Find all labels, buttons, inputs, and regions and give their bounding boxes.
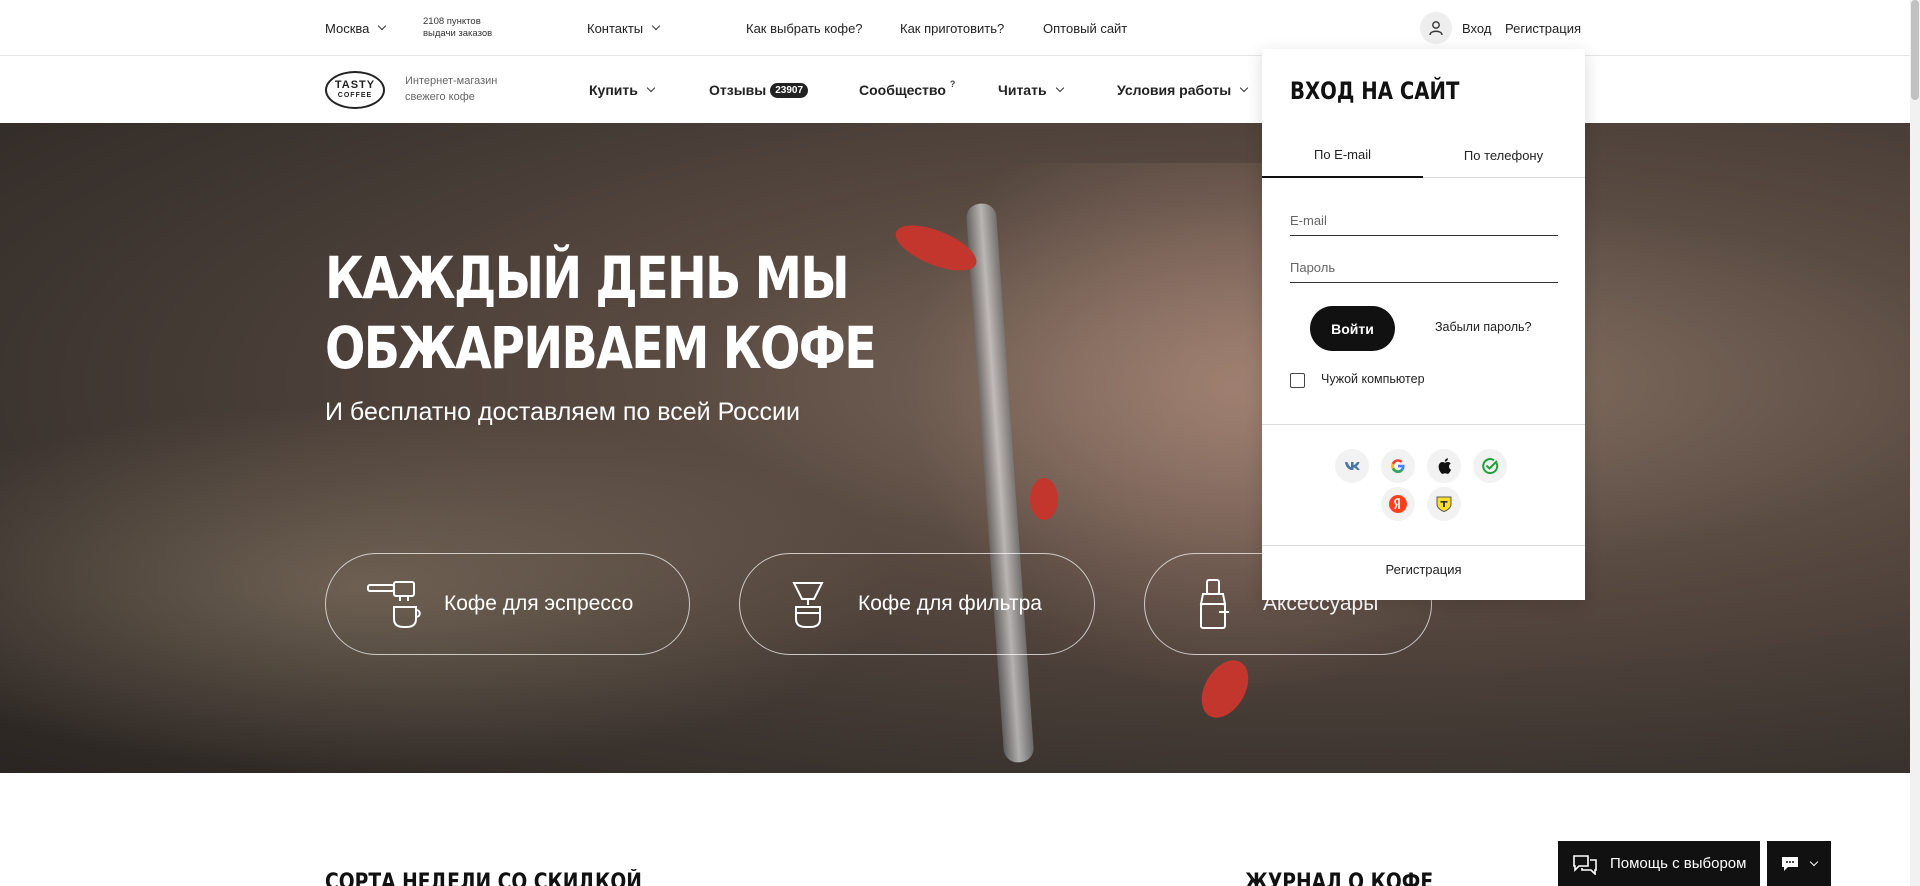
logo[interactable]: TASTY COFFEE <box>325 71 385 109</box>
chat-bubbles-icon <box>1572 853 1598 875</box>
email-field[interactable] <box>1290 206 1558 236</box>
chevron-down-icon <box>1055 83 1064 93</box>
logo-line2: COFFEE <box>337 92 373 99</box>
nav-read-label: Читать <box>998 82 1047 98</box>
nav-community[interactable]: Сообщество ? <box>859 57 955 123</box>
contacts-label: Контакты <box>587 20 644 36</box>
top-bar: Москва 2108 пунктов выдачи заказов Конта… <box>0 0 1910 56</box>
yandex-icon[interactable] <box>1381 487 1415 521</box>
user-button[interactable] <box>1420 0 1452 56</box>
scrollbar-thumb[interactable] <box>1911 0 1919 100</box>
login-label: Вход <box>1462 20 1492 36</box>
login-submit-button[interactable]: Войти <box>1310 306 1395 351</box>
wholesale-label: Оптовый сайт <box>1043 20 1128 36</box>
nav-reviews-label: Отзывы <box>709 82 767 98</box>
hero-title-line2: ОБЖАРИВАЕМ КОФЕ <box>325 314 877 382</box>
login-tabs: По E-mail По телефону <box>1262 133 1585 178</box>
tagline-line2: свежего кофе <box>405 91 475 103</box>
login-link[interactable]: Вход <box>1462 0 1491 56</box>
login-title: ВХОД НА САЙТ <box>1290 77 1460 105</box>
tab-email[interactable]: По E-mail <box>1262 133 1423 178</box>
register-label: Регистрация <box>1505 20 1581 36</box>
nav-community-label: Сообщество <box>859 82 946 98</box>
nav-terms-label: Условия работы <box>1117 82 1232 98</box>
vk-icon[interactable] <box>1335 449 1369 483</box>
login-register-link[interactable]: Регистрация <box>1262 562 1585 577</box>
register-link[interactable]: Регистрация <box>1505 0 1581 56</box>
how-choose-link[interactable]: Как выбрать кофе? <box>746 0 863 56</box>
chevron-down-icon <box>646 83 656 93</box>
section-weekly-heading: СОРТА НЕДЕЛИ СО СКИДКОЙ <box>325 870 642 886</box>
wholesale-link[interactable]: Оптовый сайт <box>1043 0 1127 56</box>
tagline-line1: Интернет-магазин <box>405 75 498 87</box>
nav-terms[interactable]: Условия работы <box>1117 57 1249 123</box>
foreign-computer-checkbox[interactable] <box>1290 373 1305 388</box>
chevron-down-icon <box>1239 83 1249 93</box>
nav-reviews[interactable]: Отзывы 23907 <box>709 57 809 123</box>
category-espresso[interactable]: Кофе для эспрессо <box>325 553 690 655</box>
pickup-points-link[interactable]: 2108 пунктов выдачи заказов <box>423 0 492 56</box>
hero-subtitle: И бесплатно доставляем по всей России <box>325 398 800 426</box>
divider <box>1262 424 1585 425</box>
nav-buy[interactable]: Купить <box>589 57 656 123</box>
category-espresso-label: Кофе для эспрессо <box>444 592 634 615</box>
tinkoff-icon[interactable] <box>1427 487 1461 521</box>
question-icon: ? <box>949 79 956 89</box>
nav-read[interactable]: Читать <box>998 57 1064 123</box>
city-label: Москва <box>325 20 370 36</box>
chat-toggle-button[interactable] <box>1767 841 1831 886</box>
how-brew-label: Как приготовить? <box>900 20 1005 36</box>
city-selector[interactable]: Москва <box>325 0 387 56</box>
pickup-count: 2108 пунктов <box>423 16 481 27</box>
foreign-computer-label[interactable]: Чужой компьютер <box>1321 372 1425 386</box>
password-field[interactable] <box>1290 253 1558 283</box>
hero-nail-shape <box>1030 478 1058 520</box>
divider <box>1262 545 1585 546</box>
tab-phone[interactable]: По телефону <box>1423 133 1584 178</box>
login-panel: ВХОД НА САЙТ По E-mail По телефону Войти… <box>1262 49 1585 600</box>
forgot-password-link[interactable]: Забыли пароль? <box>1435 320 1532 334</box>
help-choose-button[interactable]: Помощь с выбором <box>1558 841 1760 886</box>
chat-icon <box>1781 856 1799 872</box>
page-scrollbar[interactable] <box>1910 0 1920 886</box>
tab-phone-label: По телефону <box>1463 148 1544 163</box>
hero-title: КАЖДЫЙ ДЕНЬ МЫ ОБЖАРИВАЕМ КОФЕ <box>325 243 877 383</box>
help-choose-label: Помощь с выбором <box>1610 855 1747 872</box>
category-filter[interactable]: Кофе для фильтра <box>739 553 1095 655</box>
user-icon <box>1420 12 1452 44</box>
sber-icon[interactable] <box>1473 449 1507 483</box>
espresso-machine-icon <box>366 576 422 632</box>
chevron-down-icon <box>651 21 661 31</box>
chevron-down-icon <box>1809 857 1819 866</box>
nav-buy-label: Купить <box>589 82 638 98</box>
main-nav: TASTY COFFEE Интернет-магазин свежего ко… <box>0 57 1910 123</box>
logo-line1: TASTY <box>334 79 376 91</box>
google-icon[interactable] <box>1381 449 1415 483</box>
section-journal-heading: ЖУРНАЛ О КОФЕ <box>1245 870 1434 886</box>
pickup-label: выдачи заказов <box>423 28 493 39</box>
hero-banner: КАЖДЫЙ ДЕНЬ МЫ ОБЖАРИВАЕМ КОФЕ И бесплат… <box>0 123 1910 773</box>
tab-email-label: По E-mail <box>1313 147 1372 162</box>
tagline: Интернет-магазин свежего кофе <box>405 73 525 105</box>
filter-dripper-icon <box>780 576 836 632</box>
how-choose-label: Как выбрать кофе? <box>746 20 863 36</box>
reviews-count-badge: 23907 <box>770 82 809 98</box>
apple-icon[interactable] <box>1427 449 1461 483</box>
grinder-icon <box>1185 576 1241 632</box>
hero-title-line1: КАЖДЫЙ ДЕНЬ МЫ <box>325 244 850 312</box>
category-filter-label: Кофе для фильтра <box>858 592 1042 615</box>
chevron-down-icon <box>378 21 387 31</box>
how-brew-link[interactable]: Как приготовить? <box>900 0 1004 56</box>
contacts-menu[interactable]: Контакты <box>587 0 661 56</box>
